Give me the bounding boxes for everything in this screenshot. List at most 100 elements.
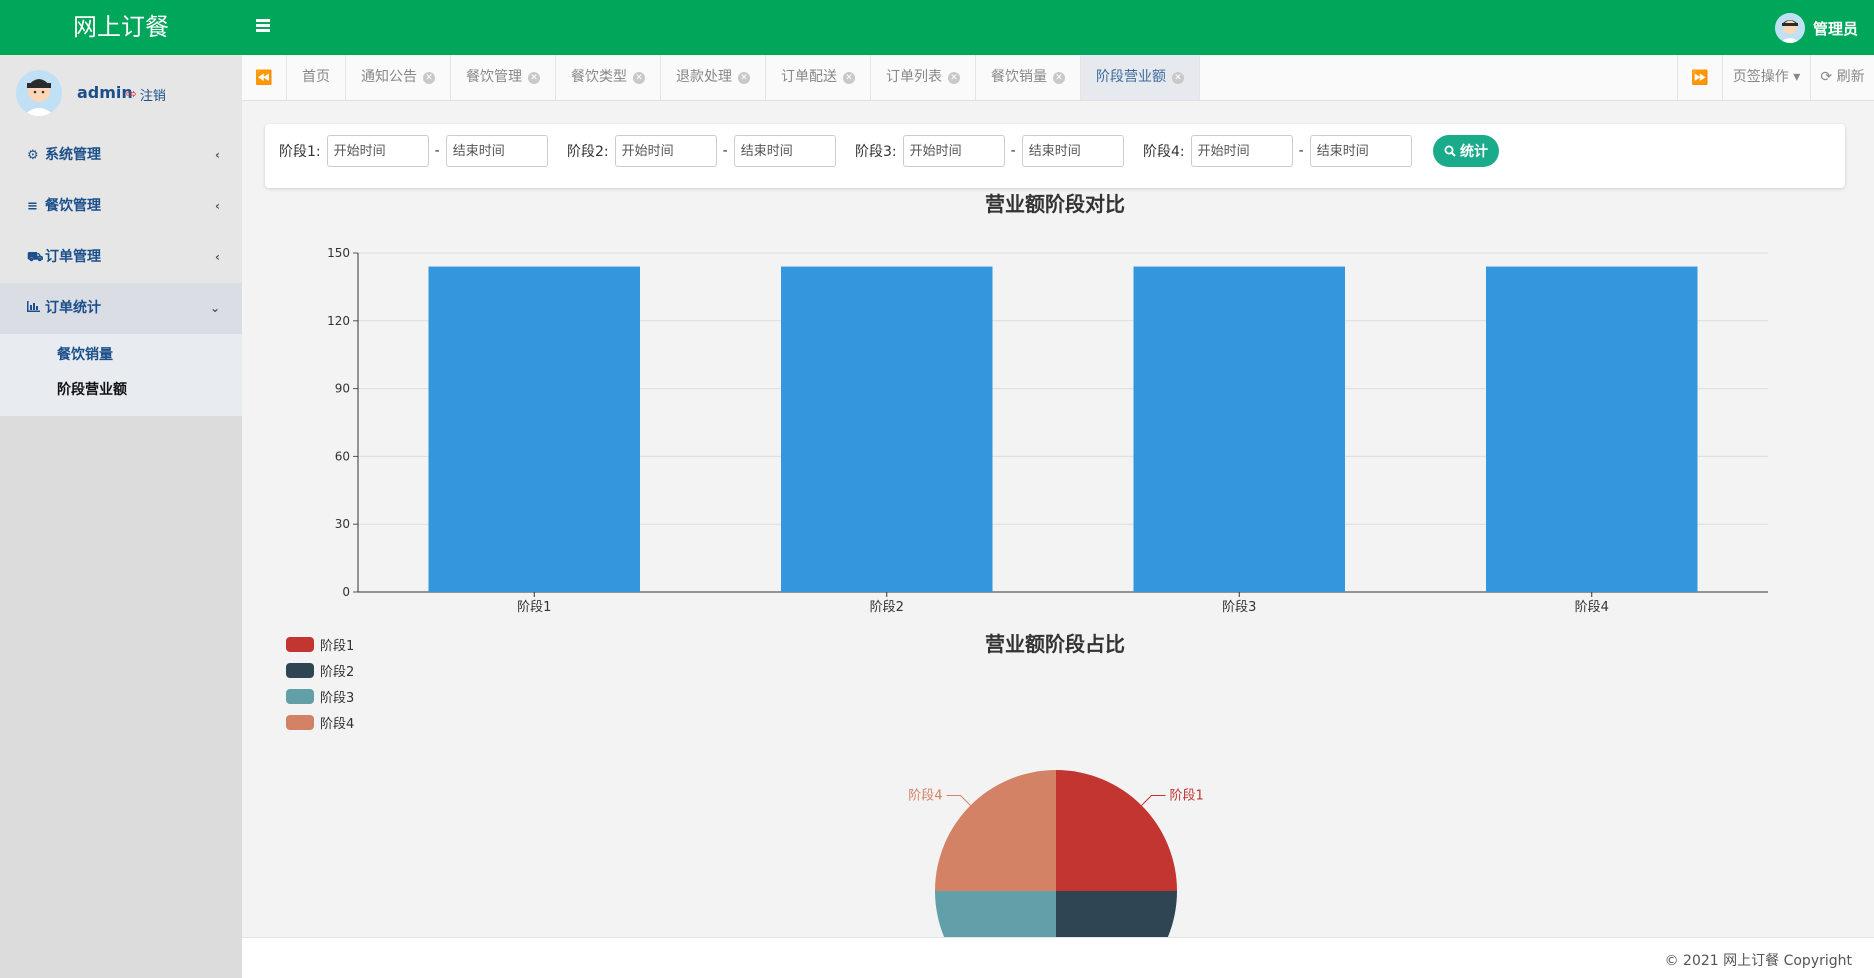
bar <box>1486 266 1698 592</box>
sidebar: admin ⇨ 注销 ⚙ 系统管理 ‹ ≡ 餐饮管理 ‹ ⛟ 订单管理 ‹ 订单统计 ⌄… <box>0 55 242 978</box>
bar <box>428 266 640 592</box>
sidebar-item-label: 订单统计 <box>45 300 101 316</box>
y-tick-label: 150 <box>327 246 350 260</box>
sidebar-item-label: 订单管理 <box>45 249 101 265</box>
tab-delivery[interactable]: 订单配送 ✕ <box>766 55 871 100</box>
cart-icon: ⛟ <box>27 250 44 265</box>
legend-label: 阶段1 <box>320 638 355 654</box>
stage-label: 阶段3: <box>855 144 897 160</box>
close-icon[interactable]: ✕ <box>843 71 855 84</box>
tab-home[interactable]: 首页 <box>287 55 346 100</box>
statistics-button[interactable]: 统计 <box>1433 135 1499 167</box>
pie-label: 阶段1 <box>1169 789 1203 804</box>
tab-food-manage[interactable]: 餐饮管理 ✕ <box>451 55 556 100</box>
username: admin <box>77 83 133 102</box>
sidebar-item-system[interactable]: ⚙ 系统管理 ‹ <box>0 130 242 181</box>
sidebar-item-orders[interactable]: ⛟ 订单管理 ‹ <box>0 232 242 283</box>
pie-label: 阶段4 <box>908 789 942 804</box>
tabs-next-icon[interactable]: ⏩ <box>1677 55 1723 100</box>
x-tick-label: 阶段1 <box>517 600 551 615</box>
legend-swatch <box>286 662 314 678</box>
logout-icon: ⇨ <box>126 87 137 102</box>
y-tick-label: 60 <box>335 449 350 463</box>
legend-item[interactable]: 阶段2 <box>286 657 354 683</box>
avatar <box>16 70 62 116</box>
pie-slice <box>1056 770 1177 891</box>
stage-1-end-input[interactable] <box>445 135 548 167</box>
close-icon[interactable]: ✕ <box>528 71 540 84</box>
list-icon: ≡ <box>27 199 38 214</box>
pie-chart: 阶段1 阶段4 <box>908 770 1204 937</box>
y-tick-label: 30 <box>335 517 350 531</box>
refresh-button[interactable]: ⟳ 刷新 <box>1811 55 1874 100</box>
statistics-button-label: 统计 <box>1460 144 1488 160</box>
tab-notice[interactable]: 通知公告 ✕ <box>346 55 451 100</box>
legend-swatch <box>286 636 314 652</box>
tabs-prev-icon[interactable]: ⏪ <box>242 55 287 100</box>
range-dash: - <box>1298 143 1304 159</box>
stage-2-start-input[interactable] <box>614 135 717 167</box>
refresh-label: 刷新 <box>1836 69 1865 85</box>
stage-4-end-input[interactable] <box>1309 135 1412 167</box>
sidebar-item-label: 系统管理 <box>45 147 101 163</box>
logout-link[interactable]: ⇨ 注销 <box>126 85 166 104</box>
tab-label: 订单配送 <box>781 69 837 85</box>
statistics-submenu: 餐饮销量 阶段营业额 <box>0 334 242 416</box>
stage-2-end-input[interactable] <box>733 135 836 167</box>
close-icon[interactable]: ✕ <box>633 71 645 84</box>
stage-4-start-input[interactable] <box>1190 135 1293 167</box>
tabs-list: 首页 通知公告 ✕ 餐饮管理 ✕ 餐饮类型 ✕ 退款处理 ✕ 订单配送 ✕ 订单列表 ✕ 餐… <box>287 55 1200 100</box>
stage-label: 阶段4: <box>1143 144 1185 160</box>
tab-label: 首页 <box>302 69 330 85</box>
pie-slice <box>935 770 1056 891</box>
legend-label: 阶段2 <box>320 664 355 680</box>
close-icon[interactable]: ✕ <box>948 71 960 84</box>
stage-3-start-input[interactable] <box>902 135 1005 167</box>
tab-refund[interactable]: 退款处理 ✕ <box>661 55 766 100</box>
y-tick-label: 120 <box>327 314 350 328</box>
pie-slice <box>1056 891 1177 937</box>
user-panel: admin ⇨ 注销 <box>0 55 242 130</box>
caret-down-icon: ▾ <box>1793 69 1801 85</box>
tab-food-type[interactable]: 餐饮类型 ✕ <box>556 55 661 100</box>
menu-toggle-icon[interactable] <box>256 17 276 37</box>
avatar <box>1774 13 1805 43</box>
x-tick-label: 阶段2 <box>870 600 904 615</box>
tab-label: 餐饮管理 <box>466 69 522 85</box>
filter-panel: 阶段1: - 阶段2: - 阶段3: - 阶段4: - 统计 <box>265 124 1845 188</box>
user-label: 管理员 <box>1812 19 1858 38</box>
tab-ops-label: 页签操作 <box>1732 69 1789 85</box>
chevron-left-icon: ‹ <box>215 199 220 213</box>
pie-label-line <box>946 795 971 806</box>
tab-label: 订单列表 <box>886 69 942 85</box>
sidebar-item-food[interactable]: ≡ 餐饮管理 ‹ <box>0 181 242 232</box>
tab-label: 餐饮销量 <box>991 69 1047 85</box>
chevron-down-icon: ⌄ <box>209 301 220 315</box>
stage-1-start-input[interactable] <box>326 135 429 167</box>
tab-food-sales[interactable]: 餐饮销量 ✕ <box>976 55 1081 100</box>
legend-item[interactable]: 阶段1 <box>286 631 354 657</box>
sidebar-item-label: 餐饮管理 <box>45 198 101 214</box>
refresh-icon: ⟳ <box>1820 69 1833 85</box>
tab-label: 阶段营业额 <box>1096 69 1166 85</box>
user-menu[interactable]: 管理员 <box>1774 12 1858 44</box>
sidebar-subitem-food-sales[interactable]: 餐饮销量 <box>0 338 242 373</box>
tab-order-list[interactable]: 订单列表 ✕ <box>871 55 976 100</box>
close-icon[interactable]: ✕ <box>1053 71 1065 84</box>
tab-label: 退款处理 <box>676 69 732 85</box>
stage-3-end-input[interactable] <box>1021 135 1124 167</box>
bar-chart-icon <box>27 283 41 334</box>
x-tick-label: 阶段3 <box>1222 600 1256 615</box>
stage-1-filter: 阶段1: - <box>279 135 548 167</box>
tab-operations-dropdown[interactable]: 页签操作 ▾ <box>1723 55 1811 100</box>
close-icon[interactable]: ✕ <box>1172 71 1184 84</box>
sidebar-item-statistics[interactable]: 订单统计 ⌄ <box>0 283 242 334</box>
pie-label-line <box>1141 795 1166 806</box>
app-brand[interactable]: 网上订餐 <box>0 0 242 55</box>
close-icon[interactable]: ✕ <box>738 71 750 84</box>
close-icon[interactable]: ✕ <box>423 71 435 84</box>
sidebar-subitem-stage-revenue[interactable]: 阶段营业额 <box>0 373 242 408</box>
tab-stage-revenue[interactable]: 阶段营业额 ✕ <box>1081 55 1200 100</box>
stage-2-filter: 阶段2: - <box>567 135 836 167</box>
top-navbar: 网上订餐 管理员 <box>0 0 1874 55</box>
